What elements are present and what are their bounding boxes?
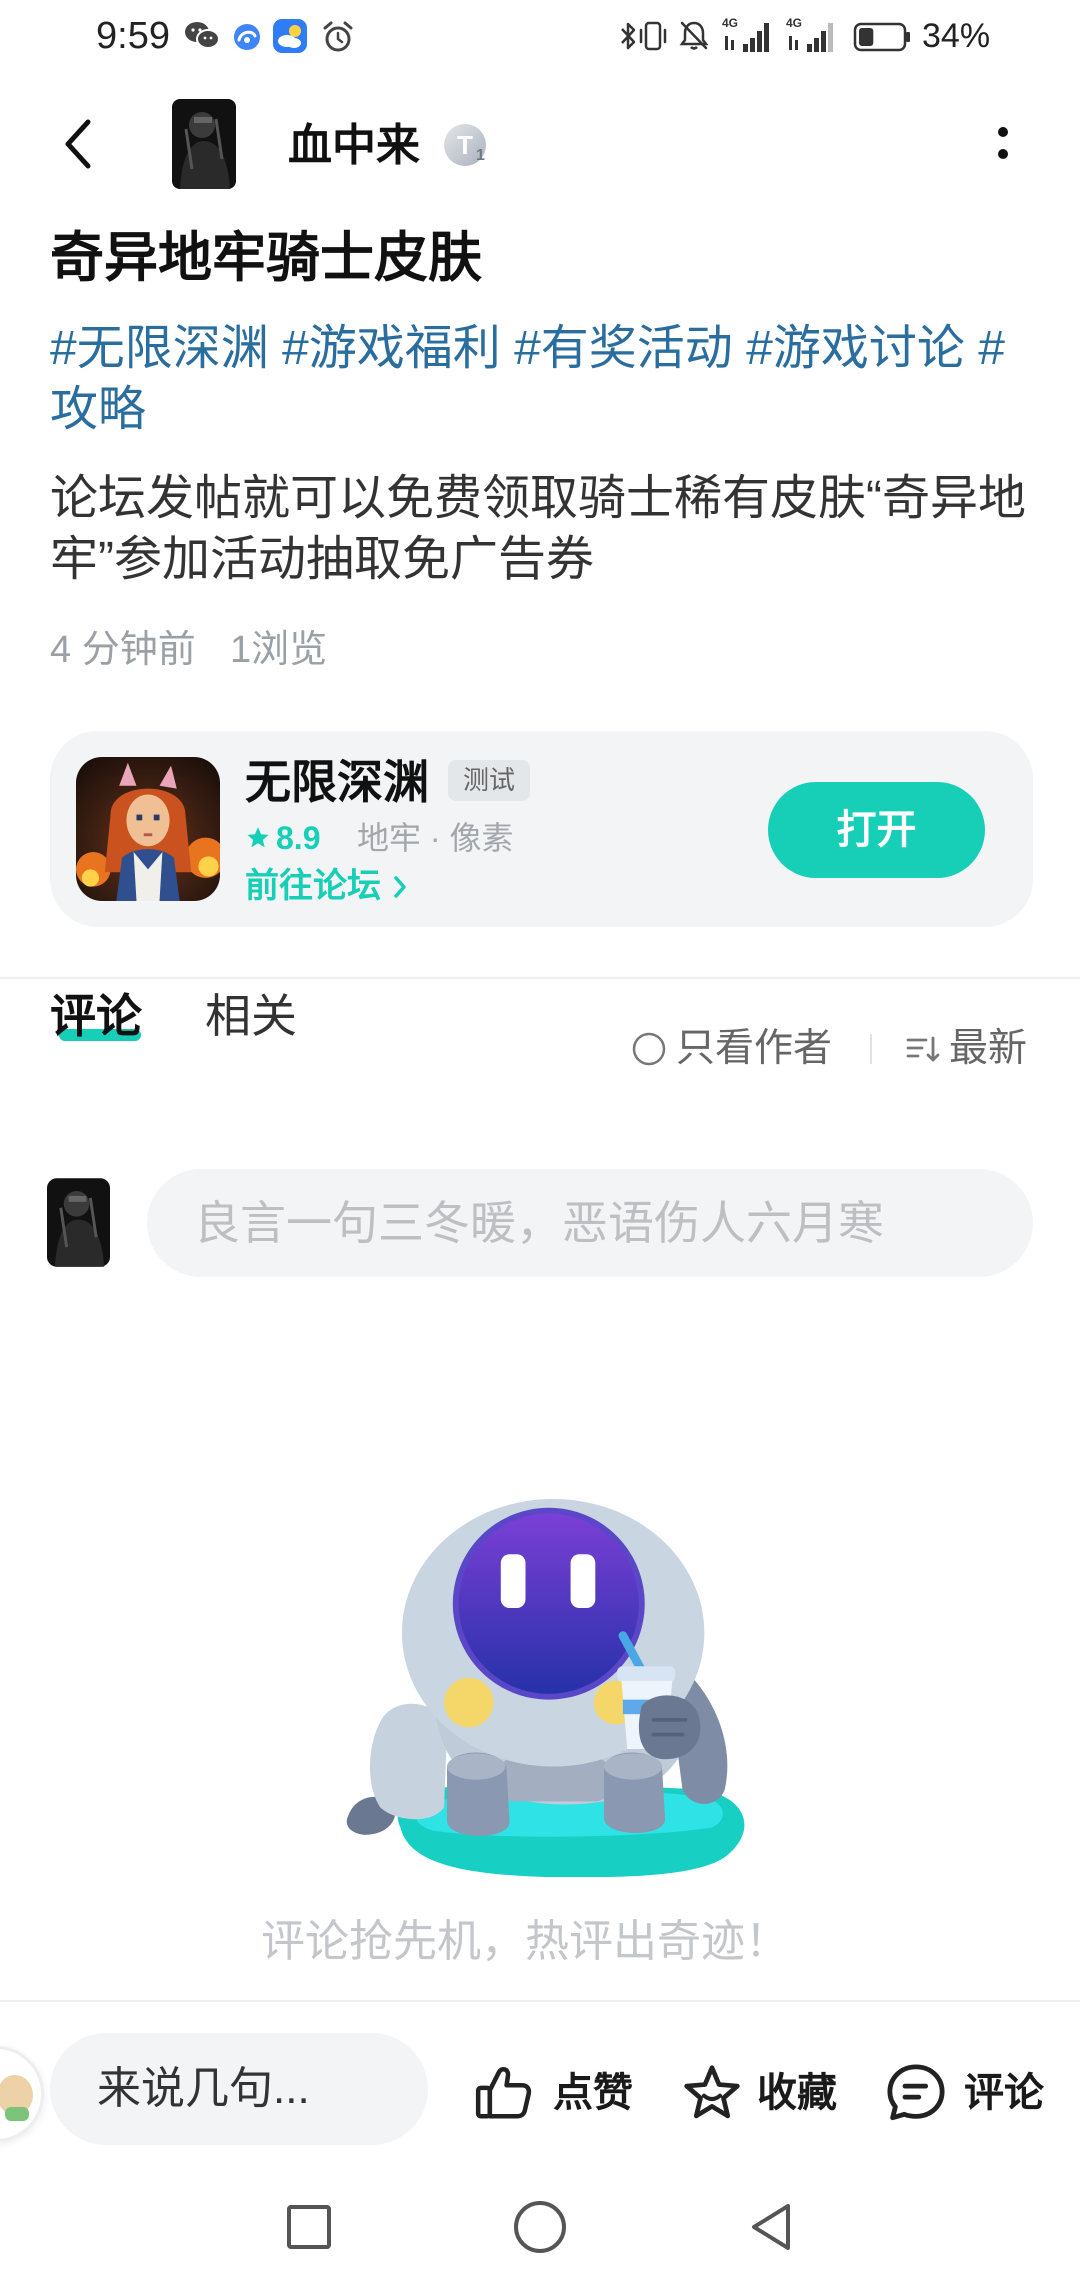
like-label: 点赞 xyxy=(553,2071,633,2115)
svg-text:4G: 4G xyxy=(722,16,738,30)
comment-icon xyxy=(887,2064,945,2121)
bluetooth-icon xyxy=(621,22,636,50)
comment-input[interactable] xyxy=(194,1193,994,1253)
collect-button[interactable]: 收藏 xyxy=(677,2058,847,2128)
post-tags: #无限深渊 #游戏福利 #有奖活动 #游戏讨论 #攻略 xyxy=(50,318,1033,440)
like-button[interactable]: 点赞 xyxy=(470,2058,640,2128)
game-icon[interactable] xyxy=(76,757,220,901)
sort-icon[interactable] xyxy=(906,1034,942,1064)
mascot-eye xyxy=(570,1554,596,1609)
comment-input-box[interactable] xyxy=(147,1169,1033,1277)
radio-icon[interactable] xyxy=(631,1031,667,1067)
back-arrow-icon[interactable] xyxy=(60,118,96,170)
user-avatar xyxy=(47,1178,110,1267)
post-views: 1浏览 xyxy=(230,629,328,671)
game-name[interactable]: 无限深渊 xyxy=(245,754,429,810)
system-nav-bar xyxy=(0,2180,1080,2280)
tab-related[interactable]: 相关 xyxy=(205,988,297,1044)
battery-icon xyxy=(853,22,910,52)
status-bar: 9:59 4G 4G 34% xyxy=(0,0,1080,72)
post-body: 论坛发帖就可以免费领取骑士稀有皮肤“奇异地牢”参加活动抽取免广告券 xyxy=(50,472,1026,586)
game-card[interactable]: 无限深渊 测试 8.9 地牢 · 像素 前往论坛 打开 xyxy=(50,731,1033,927)
comment-label: 评论 xyxy=(964,2071,1044,2115)
post-time: 4 分钟前 xyxy=(50,629,196,671)
signal-icon: 4G xyxy=(786,16,833,52)
tag-link[interactable]: #无限深渊 xyxy=(50,322,269,375)
header: 血中来 T 1 xyxy=(0,72,1080,202)
vibrate-icon xyxy=(639,21,667,51)
game-status-tag: 测试 xyxy=(448,760,530,801)
thumbs-up-icon xyxy=(475,2066,532,2119)
tag-link[interactable]: #游戏讨论 xyxy=(746,322,965,375)
more-icon[interactable] xyxy=(993,120,1013,166)
battery-percent: 34% xyxy=(922,17,991,55)
filter-separator xyxy=(870,1034,872,1064)
mute-icon xyxy=(679,21,709,50)
battery-fill xyxy=(859,28,874,46)
section-divider xyxy=(0,977,1080,979)
wechat-icon xyxy=(185,22,220,49)
signal-icon: 4G xyxy=(722,16,769,52)
game-rating: 8.9 xyxy=(276,820,321,856)
alarm-icon xyxy=(323,21,353,52)
tab-comments[interactable]: 评论 xyxy=(50,988,142,1044)
star-icon xyxy=(247,827,269,848)
author-only-filter[interactable]: 只看作者 xyxy=(676,1024,832,1074)
forum-link[interactable]: 前往论坛 xyxy=(245,864,381,908)
empty-state-mascot xyxy=(346,1499,745,1877)
chevron-right-icon[interactable] xyxy=(392,874,408,900)
author-name[interactable]: 血中来 xyxy=(288,118,420,174)
mascot-eye xyxy=(500,1554,526,1609)
empty-comments-message: 评论抢先机，热评出奇迹！ xyxy=(261,1917,789,1966)
status-time: 9:59 xyxy=(96,15,170,57)
home-icon[interactable] xyxy=(514,2201,566,2253)
tag-link[interactable]: #有奖活动 xyxy=(514,322,733,375)
sort-latest[interactable]: 最新 xyxy=(949,1024,1027,1074)
weather-icon xyxy=(273,19,307,53)
post-title: 奇异地牢骑士皮肤 xyxy=(50,228,482,288)
badge-level: 1 xyxy=(476,147,485,164)
back-icon[interactable] xyxy=(748,2202,794,2252)
author-level-badge: T 1 xyxy=(444,124,492,172)
browser-icon xyxy=(234,24,260,50)
game-genres: 地牢 · 像素 xyxy=(357,820,514,856)
post-detail-screen: 9:59 4G 4G 34% 血中来 T 1 奇异地牢骑士皮肤 #无限深渊 #游… xyxy=(0,0,1080,2280)
open-game-button[interactable]: 打开 xyxy=(768,782,985,878)
tag-link[interactable]: #游戏福利 xyxy=(282,322,501,375)
mascot-left-arm xyxy=(369,1703,448,1820)
collect-label: 收藏 xyxy=(757,2071,837,2115)
star-icon xyxy=(684,2065,740,2119)
quick-comment-text[interactable]: 来说几句... xyxy=(97,2061,310,2117)
quick-comment-input[interactable]: 来说几句... xyxy=(50,2033,428,2145)
recent-apps-icon[interactable] xyxy=(287,2205,331,2249)
mascot-visor xyxy=(458,1513,639,1694)
mascot-right-hand xyxy=(638,1695,701,1760)
svg-text:4G: 4G xyxy=(786,16,802,30)
floating-avatar-accent xyxy=(5,2107,29,2121)
comment-button[interactable]: 评论 xyxy=(880,2058,1050,2128)
mascot-cheek xyxy=(444,1677,494,1728)
author-avatar[interactable] xyxy=(172,99,236,189)
bottom-bar-divider xyxy=(0,2000,1080,2002)
floating-avatar[interactable] xyxy=(0,2046,44,2142)
